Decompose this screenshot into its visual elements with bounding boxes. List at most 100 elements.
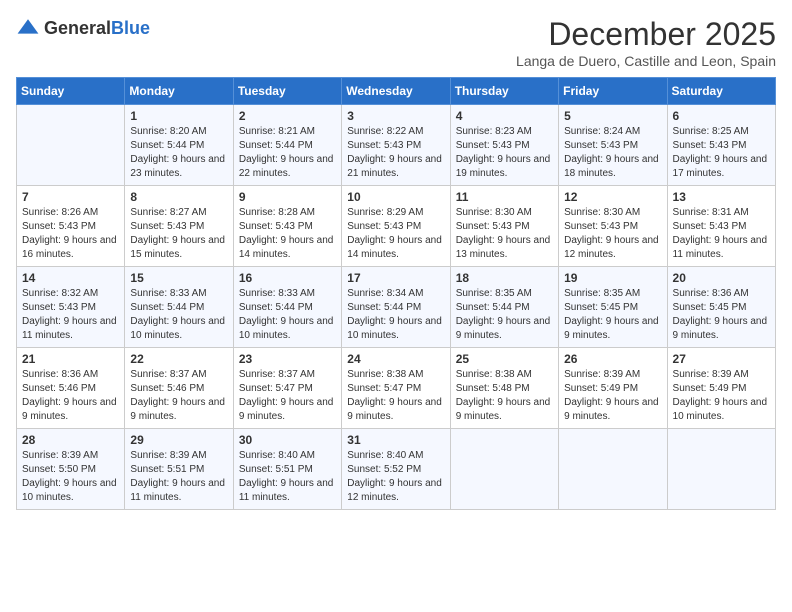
cell-daylight: Daylight: 9 hours and 10 minutes. (130, 316, 225, 341)
cell-day: 10 Sunrise: 8:29 AM Sunset: 5:43 PM Dayligh… (342, 186, 450, 267)
day-number: 16 (239, 271, 336, 285)
cell-day: 13Sunrise: 8:31 AMSunset: 5:43 PMDayligh… (667, 186, 775, 267)
cell-day: 9Sunrise: 8:28 AMSunset: 5:43 PMDaylight… (233, 186, 341, 267)
cell-day: 1Sunrise: 8:20 AMSunset: 5:44 PMDaylight… (125, 105, 233, 186)
day-number: 15 (130, 271, 227, 285)
cell-sunrise: Sunrise: 8:37 AM (239, 369, 315, 380)
cell-daylight: Daylight: 9 hours and 22 minutes. (239, 154, 334, 179)
day-number: 1 (130, 109, 227, 123)
cell-sunset: Sunset: 5:51 PM (130, 464, 204, 475)
cell-daylight: Daylight: 9 hours and 12 minutes. (347, 478, 442, 503)
cell-sunset: Sunset: 5:44 PM (130, 140, 204, 151)
cell-day (17, 105, 125, 186)
day-number: 9 (239, 190, 336, 204)
cell-day: 21Sunrise: 8:36 AMSunset: 5:46 PMDayligh… (17, 348, 125, 429)
cell-day: 28Sunrise: 8:39 AMSunset: 5:50 PMDayligh… (17, 429, 125, 510)
week-row-2: 7Sunrise: 8:26 AMSunset: 5:43 PMDaylight… (17, 186, 776, 267)
cell-daylight: Daylight: 9 hours and 11 minutes. (239, 478, 334, 503)
cell-sunset: Sunset: 5:51 PM (239, 464, 313, 475)
cell-daylight: Daylight: 9 hours and 11 minutes. (22, 316, 117, 341)
cell-day: 4Sunrise: 8:23 AMSunset: 5:43 PMDaylight… (450, 105, 558, 186)
cell-sunset: Sunset: 5:50 PM (22, 464, 96, 475)
cell-sunrise: Sunrise: 8:36 AM (673, 288, 749, 299)
col-saturday: Saturday (667, 78, 775, 105)
cell-daylight: Daylight: 9 hours and 11 minutes. (130, 478, 225, 503)
cell-sunset: Sunset: 5:44 PM (456, 302, 530, 313)
col-monday: Monday (125, 78, 233, 105)
cell-sunrise: Sunrise: 8:21 AM (239, 126, 315, 137)
cell-sunset: Sunset: 5:47 PM (239, 383, 313, 394)
day-number: 12 (564, 190, 661, 204)
cell-sunrise: Sunrise: 8:31 AM (673, 207, 749, 218)
cell-sunset: Sunset: 5:43 PM (673, 221, 747, 232)
cell-sunset: Sunset: 5:47 PM (347, 383, 421, 394)
cell-sunset: Sunset: 5:44 PM (239, 302, 313, 313)
day-number: 6 (673, 109, 770, 123)
cell-day: 22Sunrise: 8:37 AMSunset: 5:46 PMDayligh… (125, 348, 233, 429)
cell-sunset: Sunset: 5:43 PM (456, 221, 530, 232)
cell-sunset: Sunset: 5:43 PM (564, 221, 638, 232)
day-number: 23 (239, 352, 336, 366)
cell-sunrise: Sunrise: 8:32 AM (22, 288, 98, 299)
location-title: Langa de Duero, Castille and Leon, Spain (516, 53, 776, 69)
cell-sunrise: Sunrise: 8:34 AM (347, 288, 423, 299)
cell-sunrise: Sunrise: 8:39 AM (22, 450, 98, 461)
cell-day: 27Sunrise: 8:39 AMSunset: 5:49 PMDayligh… (667, 348, 775, 429)
day-number: 2 (239, 109, 336, 123)
cell-daylight: Daylight: 9 hours and 10 minutes. (239, 316, 334, 341)
cell-sunset: Sunset: 5:43 PM (22, 221, 96, 232)
cell-sunset: Sunset: 5:43 PM (347, 221, 421, 232)
day-number: 3 (347, 109, 444, 123)
cell-daylight: Daylight: 9 hours and 14 minutes. (239, 235, 334, 260)
cell-day: 31Sunrise: 8:40 AMSunset: 5:52 PMDayligh… (342, 429, 450, 510)
col-sunday: Sunday (17, 78, 125, 105)
day-number: 10 (347, 190, 444, 204)
cell-sunset: Sunset: 5:45 PM (673, 302, 747, 313)
day-number: 19 (564, 271, 661, 285)
day-number: 26 (564, 352, 661, 366)
cell-sunrise: Sunrise: 8:39 AM (564, 369, 640, 380)
cell-daylight: Daylight: 9 hours and 9 minutes. (22, 397, 117, 422)
cell-daylight: Daylight: 9 hours and 16 minutes. (22, 235, 117, 260)
cell-sunrise: Sunrise: 8:36 AM (22, 369, 98, 380)
cell-day: 19Sunrise: 8:35 AMSunset: 5:45 PMDayligh… (559, 267, 667, 348)
cell-sunset: Sunset: 5:44 PM (130, 302, 204, 313)
cell-sunrise: Sunrise: 8:40 AM (239, 450, 315, 461)
day-number: 27 (673, 352, 770, 366)
cell-sunrise: Sunrise: 8:35 AM (456, 288, 532, 299)
cell-daylight: Daylight: 9 hours and 9 minutes. (456, 316, 551, 341)
week-row-1: 1Sunrise: 8:20 AMSunset: 5:44 PMDaylight… (17, 105, 776, 186)
month-title: December 2025 (516, 16, 776, 53)
cell-sunset: Sunset: 5:43 PM (239, 221, 313, 232)
cell-day (667, 429, 775, 510)
cell-day: 16Sunrise: 8:33 AMSunset: 5:44 PMDayligh… (233, 267, 341, 348)
week-row-3: 14Sunrise: 8:32 AMSunset: 5:43 PMDayligh… (17, 267, 776, 348)
cell-daylight: Daylight: 9 hours and 19 minutes. (456, 154, 551, 179)
cell-day: 18Sunrise: 8:35 AMSunset: 5:44 PMDayligh… (450, 267, 558, 348)
cell-daylight: Daylight: 9 hours and 14 minutes. (347, 235, 442, 260)
cell-daylight: Daylight: 9 hours and 9 minutes. (673, 316, 768, 341)
col-friday: Friday (559, 78, 667, 105)
day-number: 17 (347, 271, 444, 285)
logo-text: GeneralBlue (44, 18, 150, 39)
cell-sunset: Sunset: 5:52 PM (347, 464, 421, 475)
cell-sunrise: Sunrise: 8:23 AM (456, 126, 532, 137)
cell-day: 14Sunrise: 8:32 AMSunset: 5:43 PMDayligh… (17, 267, 125, 348)
cell-sunset: Sunset: 5:43 PM (456, 140, 530, 151)
cell-sunset: Sunset: 5:49 PM (673, 383, 747, 394)
cell-sunrise: Sunrise: 8:29 AM (347, 207, 423, 218)
cell-day: 11Sunrise: 8:30 AMSunset: 5:43 PMDayligh… (450, 186, 558, 267)
header: GeneralBlue December 2025 Langa de Duero… (16, 16, 776, 69)
day-number: 24 (347, 352, 444, 366)
cell-sunset: Sunset: 5:45 PM (564, 302, 638, 313)
day-number: 5 (564, 109, 661, 123)
cell-day: 26Sunrise: 8:39 AMSunset: 5:49 PMDayligh… (559, 348, 667, 429)
col-wednesday: Wednesday (342, 78, 450, 105)
day-number: 29 (130, 433, 227, 447)
cell-sunrise: Sunrise: 8:39 AM (130, 450, 206, 461)
cell-day (559, 429, 667, 510)
day-number: 13 (673, 190, 770, 204)
logo-icon (16, 16, 40, 40)
cell-sunset: Sunset: 5:46 PM (22, 383, 96, 394)
day-number: 20 (673, 271, 770, 285)
